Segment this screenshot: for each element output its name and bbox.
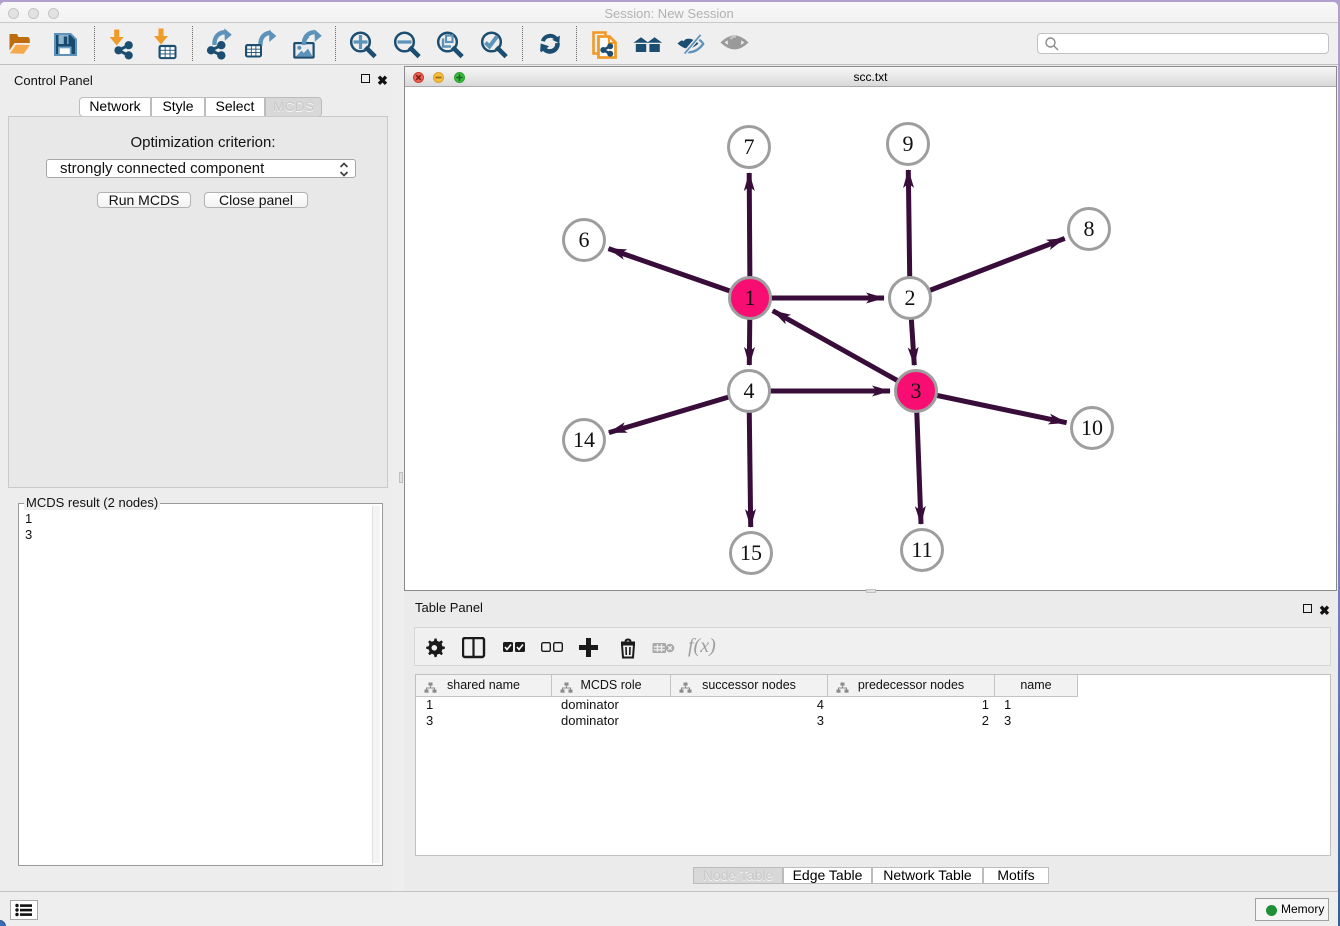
svg-text:11: 11: [911, 537, 932, 562]
svg-text:9: 9: [903, 131, 914, 156]
svg-text:3: 3: [911, 378, 922, 403]
svg-text:1: 1: [745, 285, 756, 310]
svg-text:8: 8: [1084, 216, 1095, 241]
svg-text:6: 6: [579, 227, 590, 252]
svg-text:14: 14: [573, 427, 595, 452]
svg-text:7: 7: [744, 134, 755, 159]
svg-text:2: 2: [905, 285, 916, 310]
svg-text:4: 4: [744, 378, 755, 403]
svg-text:10: 10: [1081, 415, 1103, 440]
svg-text:15: 15: [740, 540, 762, 565]
